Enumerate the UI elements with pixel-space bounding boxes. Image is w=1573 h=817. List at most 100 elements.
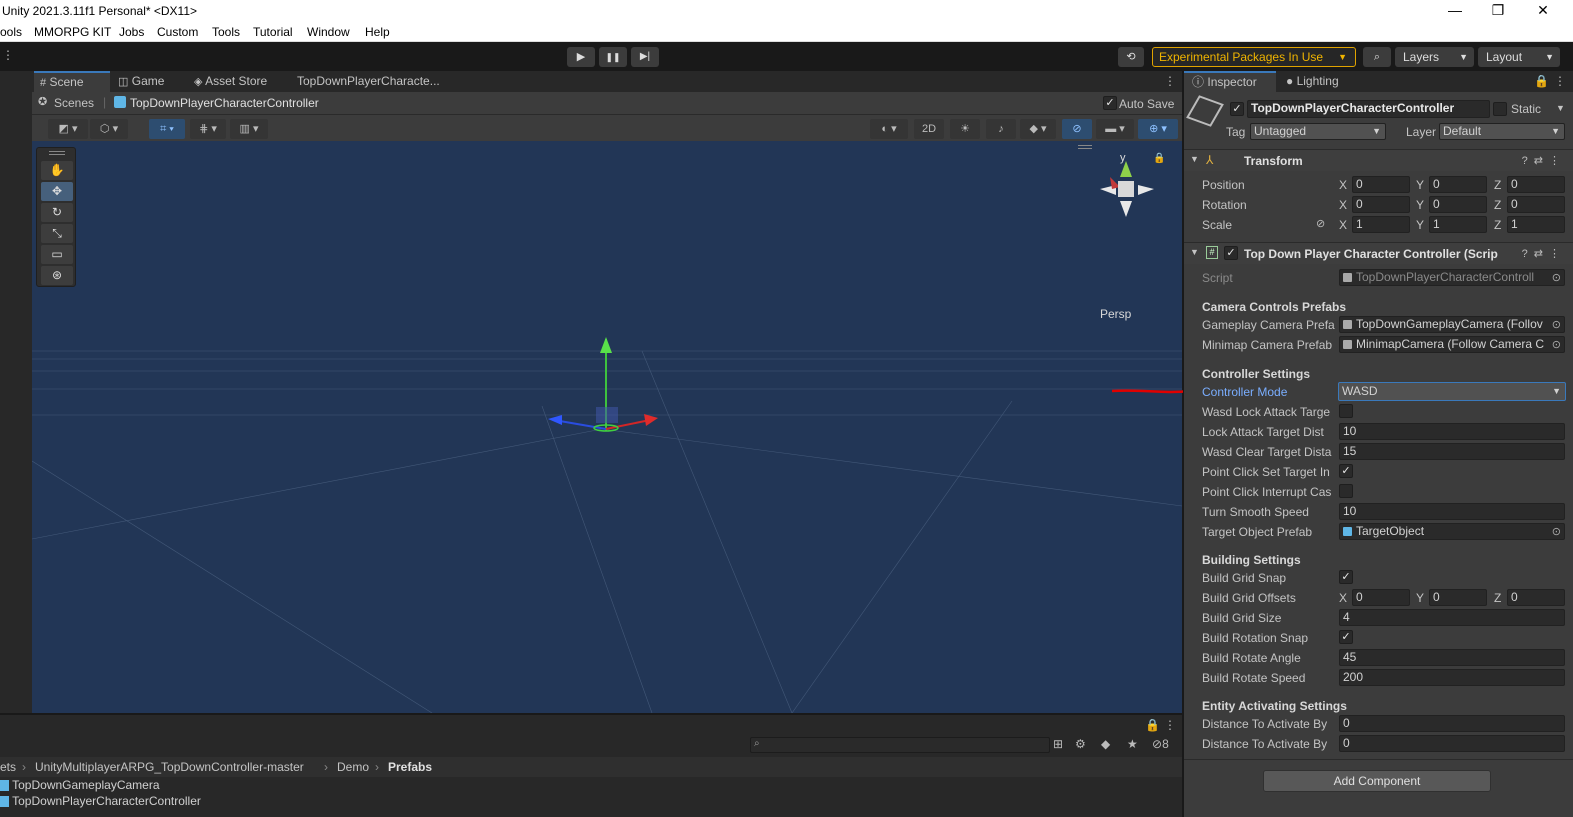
toggle-2d-button[interactable]: 2D — [914, 119, 944, 139]
pause-button[interactable]: ❚❚ — [599, 47, 627, 67]
active-checkbox[interactable]: ✓ — [1230, 102, 1244, 116]
close-button[interactable]: ✕ — [1520, 0, 1566, 22]
panel-menu-icon[interactable]: ⋮ — [1164, 74, 1176, 88]
chevron-down-icon[interactable]: ▼ — [1556, 103, 1565, 113]
create-icon[interactable]: ⊞ — [1053, 737, 1063, 751]
static-checkbox[interactable] — [1493, 102, 1507, 116]
lock-dist-field[interactable]: 10 — [1339, 423, 1565, 440]
rotation-x-field[interactable]: 0 — [1352, 196, 1410, 213]
favorite-star-icon[interactable]: ★ — [1127, 737, 1138, 751]
component-header-icons[interactable]: ?⇄⋮ — [1522, 247, 1566, 260]
build-offset-y-field[interactable]: 0 — [1429, 589, 1487, 606]
breadcrumb-assets[interactable]: ets — [0, 757, 16, 777]
increment-snap-dropdown[interactable]: ▥ ▾ — [230, 119, 268, 139]
effects-dropdown[interactable]: ◆ ▾ — [1020, 119, 1056, 139]
auto-save-checkbox[interactable]: ✓ — [1103, 96, 1117, 110]
lock-icon[interactable]: 🔒 — [1534, 74, 1549, 88]
play-button[interactable]: ▶ — [567, 47, 595, 67]
lock-icon[interactable]: 🔒 — [1145, 718, 1160, 732]
list-item[interactable]: TopDownPlayerCharacterController — [0, 794, 201, 808]
transform-tool-icon[interactable]: ⊛ — [41, 266, 73, 285]
menu-item-window[interactable]: Window — [307, 25, 350, 39]
tag-dropdown[interactable]: Untagged ▼ — [1250, 123, 1386, 140]
target-prefab-field[interactable]: TargetObject ⊙ — [1339, 523, 1565, 540]
turn-smooth-field[interactable]: 10 — [1339, 503, 1565, 520]
position-y-field[interactable]: 0 — [1429, 176, 1487, 193]
hand-tool-icon[interactable]: ✋ — [41, 161, 73, 180]
label-tag-icon[interactable]: ◆ — [1101, 737, 1110, 751]
x-arrow-icon[interactable] — [644, 414, 658, 426]
point-click-set-checkbox[interactable]: ✓ — [1339, 464, 1353, 478]
menu-item-tools[interactable]: Tools — [212, 25, 240, 39]
projection-label[interactable]: Persp — [1100, 307, 1131, 321]
rotation-z-field[interactable]: 0 — [1507, 196, 1565, 213]
point-click-interrupt-checkbox[interactable] — [1339, 484, 1353, 498]
position-z-field[interactable]: 0 — [1507, 176, 1565, 193]
search-input[interactable]: ⌕ — [750, 737, 1050, 753]
menu-item-help[interactable]: Help — [365, 25, 390, 39]
minimap-camera-field[interactable]: MinimapCamera (Follow Camera C ⊙ — [1339, 336, 1565, 353]
layout-dropdown[interactable]: Layout ▼ — [1478, 47, 1560, 67]
build-grid-snap-checkbox[interactable]: ✓ — [1339, 570, 1353, 584]
tab-asset-store[interactable]: ◈ Asset Store — [188, 71, 288, 92]
scale-x-field[interactable]: 1 — [1352, 216, 1410, 233]
menu-item-tutorial[interactable]: Tutorial — [253, 25, 293, 39]
scale-tool-icon[interactable]: ⤡ — [41, 224, 73, 243]
rect-tool-icon[interactable]: ▭ — [41, 245, 73, 264]
menu-item-tools-partial[interactable]: ools — [0, 25, 22, 39]
gameplay-camera-field[interactable]: TopDownGameplayCamera (Follov ⊙ — [1339, 316, 1565, 333]
build-offset-x-field[interactable]: 0 — [1352, 589, 1410, 606]
scene-viewport[interactable]: ✋ ✥ ↻ ⤡ ▭ ⊛ 🔒 y Persp — [32, 141, 1182, 713]
breadcrumb-prefab[interactable]: TopDownPlayerCharacterController — [130, 96, 319, 110]
add-component-button[interactable]: Add Component — [1263, 770, 1491, 792]
object-picker-icon[interactable]: ⊙ — [1552, 525, 1561, 539]
hidden-packages-icon[interactable]: ⊘8 — [1152, 737, 1169, 751]
experimental-packages-dropdown[interactable]: Experimental Packages In Use ▼ — [1152, 47, 1356, 67]
distance-activate-field[interactable]: 0 — [1339, 715, 1565, 732]
grid-toggle[interactable]: ⋕ ▾ — [190, 119, 226, 139]
build-rotate-angle-field[interactable]: 45 — [1339, 649, 1565, 666]
hidden-objects-toggle-icon[interactable]: ⊘ — [1062, 119, 1092, 139]
build-rotation-snap-checkbox[interactable]: ✓ — [1339, 630, 1353, 644]
toolbar-menu-icon[interactable]: ⋮ — [2, 48, 14, 62]
drag-handle-icon[interactable] — [49, 151, 65, 155]
wasd-clear-field[interactable]: 15 — [1339, 443, 1565, 460]
maximize-button[interactable]: ❐ — [1475, 0, 1521, 22]
audio-toggle-icon[interactable]: ♪ — [986, 119, 1016, 139]
distance-activate-field[interactable]: 0 — [1339, 735, 1565, 752]
build-rotate-speed-field[interactable]: 200 — [1339, 669, 1565, 686]
build-grid-size-field[interactable]: 4 — [1339, 609, 1565, 626]
shading-dropdown[interactable]: ◐ ▾ — [870, 119, 908, 139]
panel-menu-icon[interactable]: ⋮ — [1164, 718, 1176, 732]
render-mode-dropdown[interactable]: ⬡ ▾ — [90, 119, 128, 139]
component-header-icons[interactable]: ?⇄⋮ — [1522, 154, 1566, 167]
component-header[interactable]: ▼ # ✓ Top Down Player Character Controll… — [1184, 242, 1573, 264]
rotation-y-field[interactable]: 0 — [1429, 196, 1487, 213]
object-picker-icon[interactable]: ⊙ — [1552, 318, 1561, 332]
move-tool-icon[interactable]: ✥ — [41, 182, 73, 201]
y-arrow-icon[interactable] — [600, 337, 612, 353]
filter-type-icon[interactable]: ⚙ — [1075, 737, 1086, 751]
grid-snap-toggle[interactable]: ⌗ ▾ — [149, 119, 185, 139]
controller-mode-dropdown[interactable]: WASD ▼ — [1338, 382, 1566, 401]
object-picker-icon[interactable]: ⊙ — [1552, 338, 1561, 352]
object-name-field[interactable]: TopDownPlayerCharacterController — [1247, 100, 1490, 118]
rotate-tool-icon[interactable]: ↻ — [41, 203, 73, 222]
gizmo-y-cone[interactable] — [1120, 161, 1132, 177]
breadcrumb-prefabs[interactable]: Prefabs — [388, 757, 432, 777]
gizmo-drag-icon[interactable] — [1078, 145, 1092, 149]
scale-y-field[interactable]: 1 — [1429, 216, 1487, 233]
history-icon[interactable]: ⟲ — [1118, 47, 1144, 67]
layer-dropdown[interactable]: Default ▼ — [1439, 123, 1565, 140]
orientation-gizmo[interactable] — [1092, 159, 1162, 229]
minimize-button[interactable]: — — [1432, 0, 1478, 22]
breadcrumb-demo[interactable]: Demo — [337, 757, 369, 777]
panel-menu-icon[interactable]: ⋮ — [1554, 74, 1566, 88]
transform-header[interactable]: ▼ ⅄ Transform ?⇄⋮ — [1184, 149, 1573, 171]
tab-game[interactable]: ◫ Game — [112, 71, 188, 92]
menu-item-custom[interactable]: Custom — [157, 25, 198, 39]
constrain-proportions-icon[interactable]: ⊘ — [1316, 217, 1325, 230]
wasd-lock-checkbox[interactable] — [1339, 404, 1353, 418]
z-arrow-icon[interactable] — [548, 415, 562, 425]
breadcrumb-scenes[interactable]: Scenes — [54, 96, 94, 110]
